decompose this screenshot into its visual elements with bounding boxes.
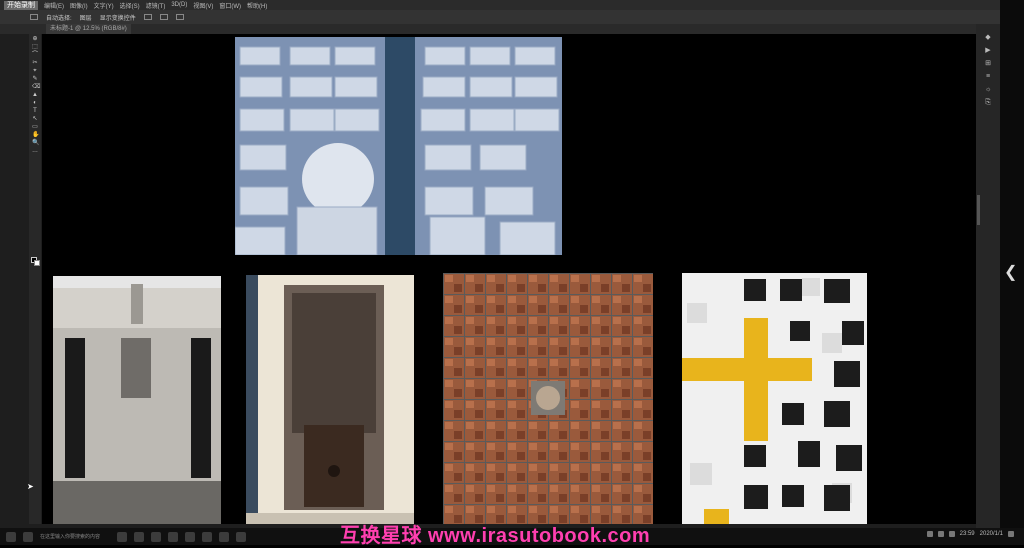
document-tab-bar: 未标题-1 @ 12.5% (RGB/8#) [0, 24, 1000, 34]
tools-panel: ⊕ ⬚ ⌒ ✂ ⌖ ✎ ⌫ ▲ ◐ T ↖ ▭ ✋ 🔍 … [29, 34, 41, 524]
menu-item-image[interactable]: 图像(I) [70, 1, 88, 10]
3d-mode-icon[interactable] [175, 14, 184, 20]
windows-yellow-cross-image [682, 273, 867, 524]
aerial-grid-illustration [443, 273, 653, 524]
more-tools-icon[interactable]: … [32, 148, 38, 155]
distribute-icon[interactable] [159, 14, 168, 20]
properties-icon[interactable]: ◆ [985, 34, 991, 41]
start-icon[interactable] [6, 531, 16, 542]
app-icon-4[interactable] [236, 531, 246, 542]
path-select-icon[interactable]: ↖ [32, 116, 38, 123]
move-tool-icon[interactable] [30, 14, 38, 20]
notification-icon[interactable] [1008, 531, 1014, 537]
concrete-facade-image [53, 276, 221, 524]
hand-icon[interactable]: ✋ [32, 132, 39, 139]
concrete-illustration [53, 276, 221, 524]
menu-item-type[interactable]: 文字(Y) [94, 1, 114, 10]
eraser-icon[interactable]: ⌫ [32, 84, 40, 91]
photoshop-taskbar-icon[interactable] [202, 531, 212, 542]
tray-date[interactable]: 2020/1/1 [980, 531, 1003, 537]
dodge-icon[interactable]: ◐ [32, 100, 38, 107]
menu-bar: 开始录制 编辑(E) 图像(I) 文字(Y) 选择(S) 滤镜(T) 3D(D)… [0, 0, 1000, 10]
play-icon[interactable]: ▶ [985, 47, 991, 54]
crop-icon[interactable]: ✂ [32, 60, 38, 67]
menu-item-filter[interactable]: 滤镜(T) [146, 1, 166, 10]
search-icon[interactable] [23, 531, 33, 542]
brush-icon[interactable]: ✎ [32, 76, 38, 83]
move-icon[interactable]: ⊕ [32, 36, 38, 43]
blocks-illustration [235, 37, 562, 255]
app-icon-3[interactable] [219, 531, 229, 542]
adjustments-icon[interactable]: ☼ [985, 86, 991, 93]
record-badge[interactable]: 开始录制 [4, 0, 38, 10]
type-icon[interactable]: T [32, 108, 38, 115]
channels-icon[interactable]: ≡ [985, 73, 991, 80]
menu-item-edit[interactable]: 编辑(E) [44, 1, 64, 10]
network-icon[interactable] [926, 531, 933, 537]
aerial-city-grid-image [443, 273, 653, 524]
architecture-blocks-sphere-image [235, 37, 562, 255]
taskbar-search-input[interactable]: 在这里输入你要搜索的内容 [40, 533, 110, 540]
app-icon-1[interactable] [168, 531, 178, 542]
door-illustration [246, 275, 414, 524]
photoshop-window: 开始录制 编辑(E) 图像(I) 文字(Y) 选择(S) 滤镜(T) 3D(D)… [0, 0, 1000, 528]
menu-item-3d[interactable]: 3D(D) [171, 2, 187, 8]
menu-item-select[interactable]: 选择(S) [120, 1, 140, 10]
right-panel-strip: ◆ ▶ ⊞ ≡ ☼ ⎘ [976, 24, 1000, 528]
ime-icon[interactable] [948, 531, 955, 537]
auto-select-label[interactable]: 自动选择: [46, 13, 72, 22]
chevron-left-icon[interactable]: ❮ [1004, 262, 1017, 282]
app-icon-2[interactable] [185, 531, 195, 542]
rectangle-icon[interactable]: ▭ [32, 124, 38, 131]
task-view-icon[interactable] [117, 531, 127, 542]
history-icon[interactable]: ⎘ [985, 99, 991, 106]
zoom-icon[interactable]: 🔍 [32, 140, 39, 147]
menu-item-help[interactable]: 帮助(H) [247, 1, 267, 10]
layers-icon[interactable]: ⊞ [985, 60, 991, 67]
layer-dropdown[interactable]: 图层 [80, 13, 92, 22]
browser-icon[interactable] [134, 531, 144, 542]
gradient-icon[interactable]: ▲ [32, 92, 38, 99]
system-tray: 23:59 2020/1/1 [926, 531, 1014, 537]
document-tab[interactable]: 未标题-1 @ 12.5% (RGB/8#) [46, 24, 131, 34]
eyedropper-icon[interactable]: ⌖ [32, 68, 38, 75]
document-canvas[interactable] [42, 34, 976, 524]
bronze-door-image [246, 275, 414, 524]
tray-time[interactable]: 23:59 [960, 531, 975, 537]
marquee-icon[interactable]: ⬚ [32, 44, 38, 51]
vertical-scrollbar[interactable] [977, 195, 980, 225]
show-transform-label[interactable]: 显示变换控件 [100, 13, 136, 22]
options-bar: 自动选择: 图层 显示变换控件 [0, 10, 1000, 24]
mouse-cursor-icon: ➤ [27, 482, 34, 491]
background-color-swatch[interactable] [34, 260, 40, 266]
windows-illustration [682, 273, 867, 524]
lasso-icon[interactable]: ⌒ [32, 52, 38, 59]
menu-item-view[interactable]: 视图(V) [193, 1, 213, 10]
file-explorer-icon[interactable] [151, 531, 161, 542]
watermark-text: 互换星球 www.irasutobook.com [340, 525, 651, 547]
volume-icon[interactable] [937, 531, 944, 537]
menu-item-window[interactable]: 窗口(W) [219, 1, 241, 10]
align-icon[interactable] [143, 14, 152, 20]
